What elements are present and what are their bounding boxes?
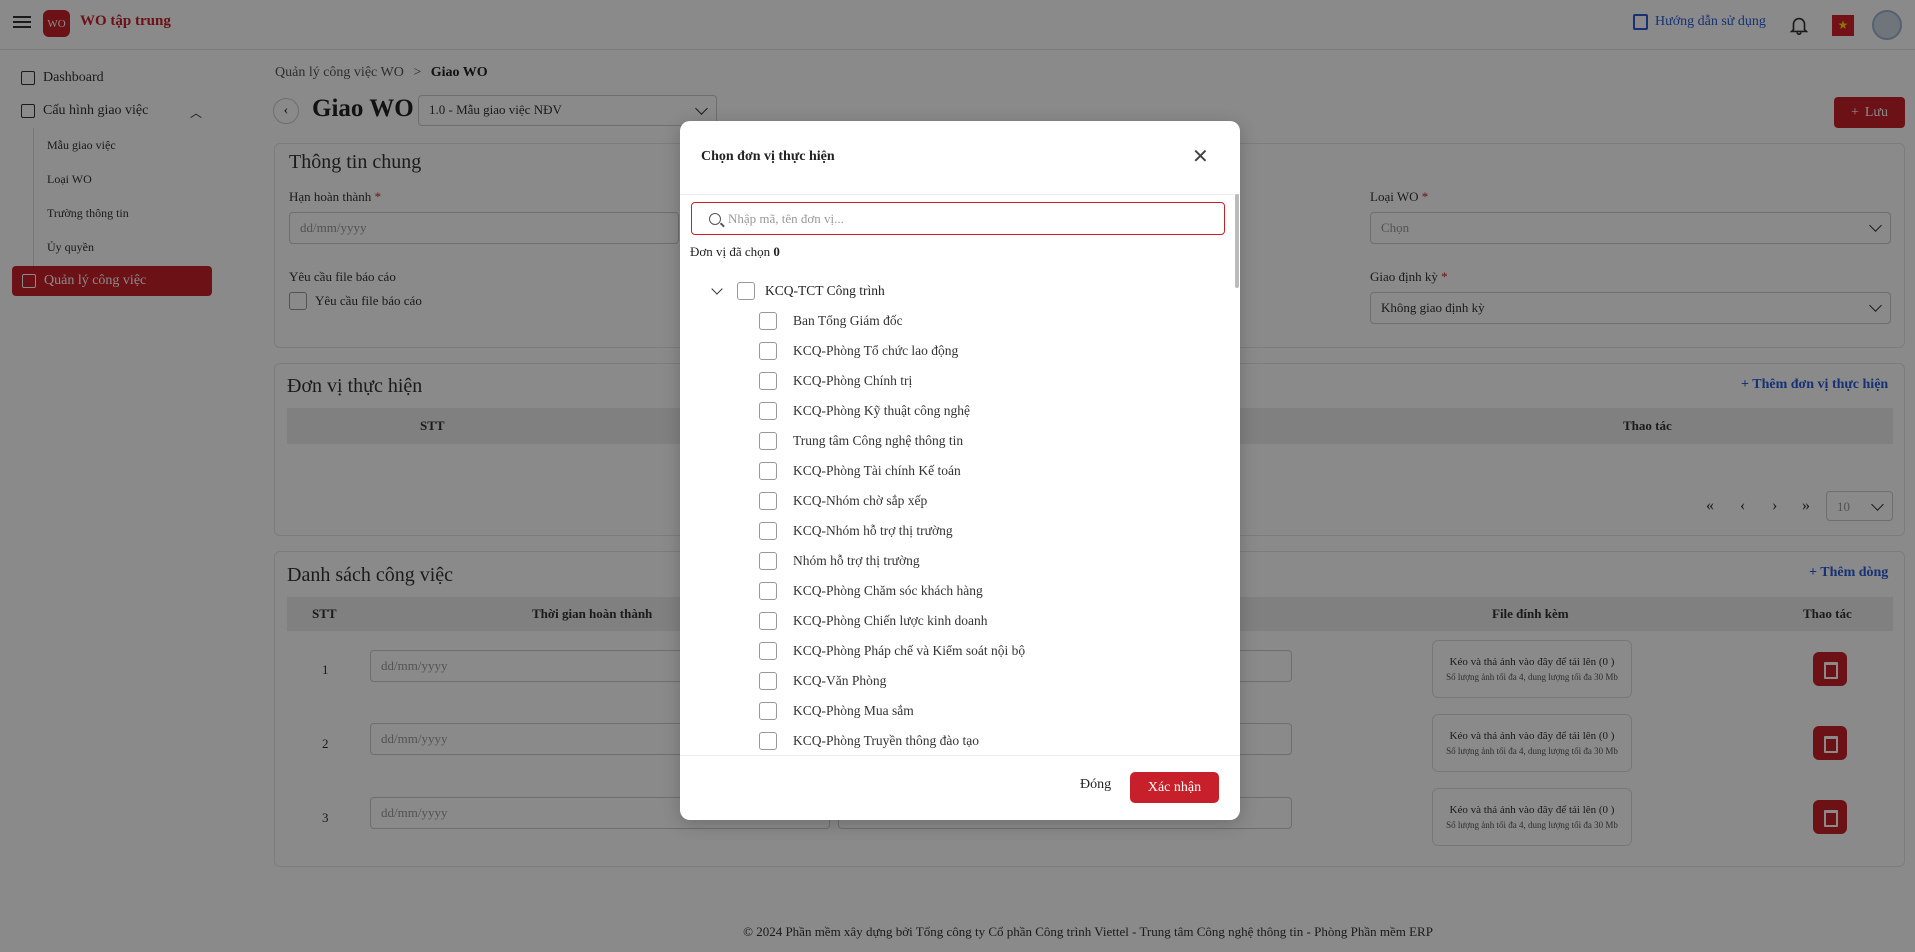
tree-item[interactable]: KCQ-Nhóm chờ sắp xếp — [759, 492, 927, 510]
unit-search-input[interactable]: Nhập mã, tên đơn vị... — [691, 202, 1225, 235]
tree-item-label: KCQ-Nhóm chờ sắp xếp — [793, 493, 928, 508]
tree-item-label: KCQ-Văn Phòng — [793, 673, 887, 688]
scrollbar[interactable] — [1235, 194, 1239, 288]
search-icon — [709, 213, 721, 225]
checkbox-icon[interactable] — [759, 372, 777, 390]
tree-item[interactable]: KCQ-Phòng Kỹ thuật công nghệ — [759, 402, 970, 420]
divider — [680, 194, 1240, 195]
tree-item[interactable]: KCQ-Văn Phòng — [759, 672, 886, 690]
tree-item-label: KCQ-Phòng Chăm sóc khách hàng — [793, 583, 983, 598]
selected-count-value: 0 — [773, 244, 780, 259]
checkbox-icon[interactable] — [759, 492, 777, 510]
tree-root-label: KCQ-TCT Công trình — [765, 283, 885, 298]
tree-item-label: KCQ-Phòng Kỹ thuật công nghệ — [793, 403, 970, 418]
tree-item-label: Ban Tổng Giám đốc — [793, 313, 903, 328]
chevron-down-icon[interactable] — [711, 283, 723, 295]
tree-item-label: KCQ-Phòng Truyền thông đào tạo — [793, 733, 980, 748]
checkbox-icon[interactable] — [759, 402, 777, 420]
tree-item-label: KCQ-Phòng Tổ chức lao động — [793, 343, 959, 358]
confirm-button[interactable]: Xác nhận — [1130, 772, 1219, 803]
checkbox-icon[interactable] — [759, 342, 777, 360]
select-unit-modal: Chọn đơn vị thực hiện ✕ Nhập mã, tên đơn… — [680, 121, 1240, 820]
tree-item[interactable]: KCQ-Phòng Chăm sóc khách hàng — [759, 582, 983, 600]
checkbox-icon[interactable] — [759, 732, 777, 750]
tree-item[interactable]: KCQ-Nhóm hỗ trợ thị trường — [759, 522, 953, 540]
checkbox-icon[interactable] — [759, 582, 777, 600]
tree-item[interactable]: KCQ-Phòng Chiến lược kinh doanh — [759, 612, 987, 630]
tree-item-label: KCQ-Phòng Chính trị — [793, 373, 913, 388]
checkbox-icon[interactable] — [759, 642, 777, 660]
tree-root[interactable]: KCQ-TCT Công trình — [711, 282, 885, 300]
tree-item-label: Trung tâm Công nghệ thông tin — [793, 433, 964, 448]
tree-item[interactable]: Ban Tổng Giám đốc — [759, 312, 903, 330]
tree-item[interactable]: Nhóm hỗ trợ thị trường — [759, 552, 920, 570]
tree-item[interactable]: KCQ-Phòng Tài chính Kế toán — [759, 462, 961, 480]
tree-item[interactable]: KCQ-Phòng Chính trị — [759, 372, 912, 390]
tree-item[interactable]: KCQ-Phòng Truyền thông đào tạo — [759, 732, 979, 750]
close-icon[interactable]: ✕ — [1192, 147, 1209, 167]
modal-title: Chọn đơn vị thực hiện — [701, 149, 835, 164]
tree-item-label: KCQ-Phòng Chiến lược kinh doanh — [793, 613, 988, 628]
tree-item-label: KCQ-Nhóm hỗ trợ thị trường — [793, 523, 953, 538]
tree-item-label: KCQ-Phòng Mua sắm — [793, 703, 914, 718]
checkbox-icon[interactable] — [759, 312, 777, 330]
tree-item-label: KCQ-Phòng Tài chính Kế toán — [793, 463, 961, 478]
tree-item-label: KCQ-Phòng Pháp chế và Kiểm soát nội bộ — [793, 643, 1026, 658]
checkbox-icon[interactable] — [759, 702, 777, 720]
tree-item-label: Nhóm hỗ trợ thị trường — [793, 553, 920, 568]
cancel-button[interactable]: Đóng — [1080, 777, 1111, 793]
checkbox-icon[interactable] — [759, 462, 777, 480]
checkbox-icon[interactable] — [759, 672, 777, 690]
checkbox-icon[interactable] — [759, 612, 777, 630]
tree-item[interactable]: KCQ-Phòng Pháp chế và Kiểm soát nội bộ — [759, 642, 1025, 660]
checkbox-icon[interactable] — [759, 552, 777, 570]
checkbox-icon[interactable] — [759, 522, 777, 540]
checkbox-icon[interactable] — [737, 282, 755, 300]
tree-item[interactable]: KCQ-Phòng Mua sắm — [759, 702, 914, 720]
tree-item[interactable]: Trung tâm Công nghệ thông tin — [759, 432, 963, 450]
selected-count: Đơn vị đã chọn 0 — [690, 244, 780, 260]
selected-label: Đơn vị đã chọn — [690, 244, 771, 259]
checkbox-icon[interactable] — [759, 432, 777, 450]
tree-item[interactable]: KCQ-Phòng Tổ chức lao động — [759, 342, 958, 360]
search-placeholder: Nhập mã, tên đơn vị... — [728, 211, 844, 226]
